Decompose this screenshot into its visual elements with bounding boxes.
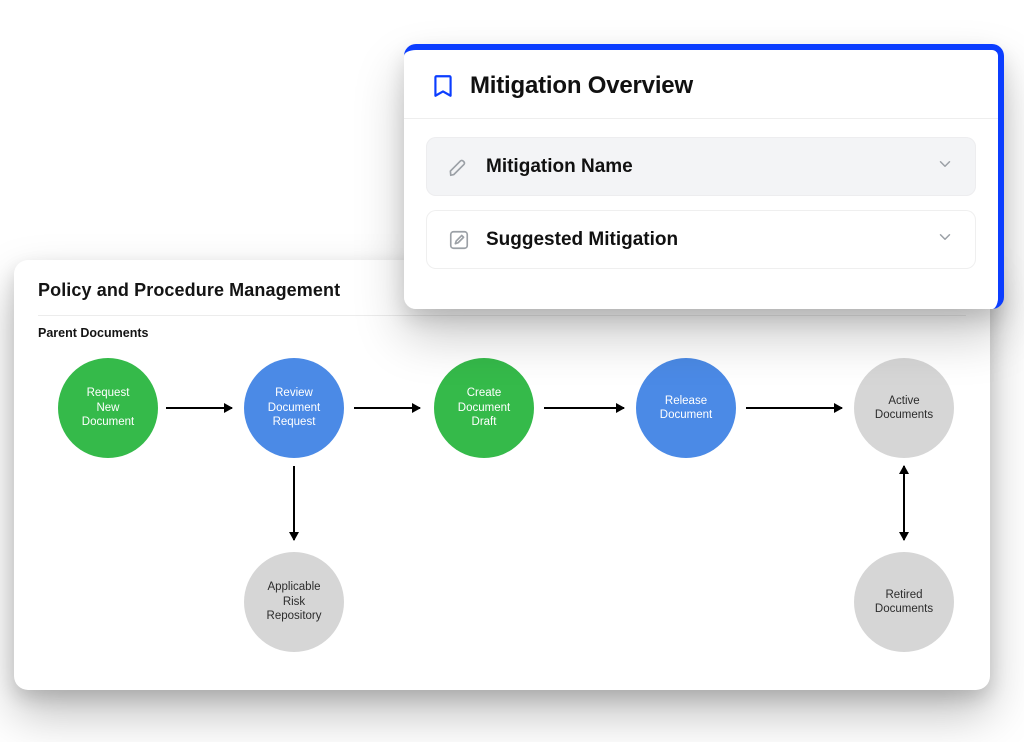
arrow-review-to-applicable xyxy=(293,466,295,540)
pencil-icon xyxy=(448,156,470,178)
node-label: ReviewDocumentRequest xyxy=(268,386,320,429)
policy-card: Policy and Procedure Management Parent D… xyxy=(14,260,990,690)
mitigation-row-label: Suggested Mitigation xyxy=(486,229,920,251)
node-label: ApplicableRiskRepository xyxy=(267,580,322,623)
node-request-new-document[interactable]: RequestNewDocument xyxy=(58,358,158,458)
node-label: ActiveDocuments xyxy=(875,394,933,423)
node-active-documents[interactable]: ActiveDocuments xyxy=(854,358,954,458)
node-applicable-risk-repository[interactable]: ApplicableRiskRepository xyxy=(244,552,344,652)
node-label: RequestNewDocument xyxy=(82,386,134,429)
node-retired-documents[interactable]: RetiredDocuments xyxy=(854,552,954,652)
mitigation-row-name[interactable]: Mitigation Name xyxy=(426,137,976,196)
mitigation-header: Mitigation Overview xyxy=(404,50,998,119)
pencil-box-icon xyxy=(448,229,470,251)
node-label: RetiredDocuments xyxy=(875,588,933,617)
arrow-review-to-create xyxy=(354,407,420,409)
bookmark-icon xyxy=(430,73,456,99)
arrow-request-to-review xyxy=(166,407,232,409)
chevron-down-icon xyxy=(936,155,954,178)
node-create-document-draft[interactable]: CreateDocumentDraft xyxy=(434,358,534,458)
node-release-document[interactable]: ReleaseDocument xyxy=(636,358,736,458)
mitigation-body: Mitigation Name Suggested Mitigation xyxy=(404,119,998,309)
chevron-down-icon xyxy=(936,228,954,251)
divider xyxy=(38,315,966,316)
mitigation-card: Mitigation Overview Mitigation Name Sugg… xyxy=(404,44,1004,309)
mitigation-title: Mitigation Overview xyxy=(470,72,693,100)
arrow-release-to-active xyxy=(746,407,842,409)
node-label: CreateDocumentDraft xyxy=(458,386,510,429)
mitigation-row-label: Mitigation Name xyxy=(486,156,920,178)
arrow-create-to-release xyxy=(544,407,624,409)
workflow-diagram: RequestNewDocument ReviewDocumentRequest… xyxy=(38,358,966,678)
node-review-document-request[interactable]: ReviewDocumentRequest xyxy=(244,358,344,458)
arrow-active-retired-bidirectional xyxy=(903,466,905,540)
mitigation-row-suggested[interactable]: Suggested Mitigation xyxy=(426,210,976,269)
policy-subtitle: Parent Documents xyxy=(38,326,966,340)
node-label: ReleaseDocument xyxy=(660,394,712,423)
